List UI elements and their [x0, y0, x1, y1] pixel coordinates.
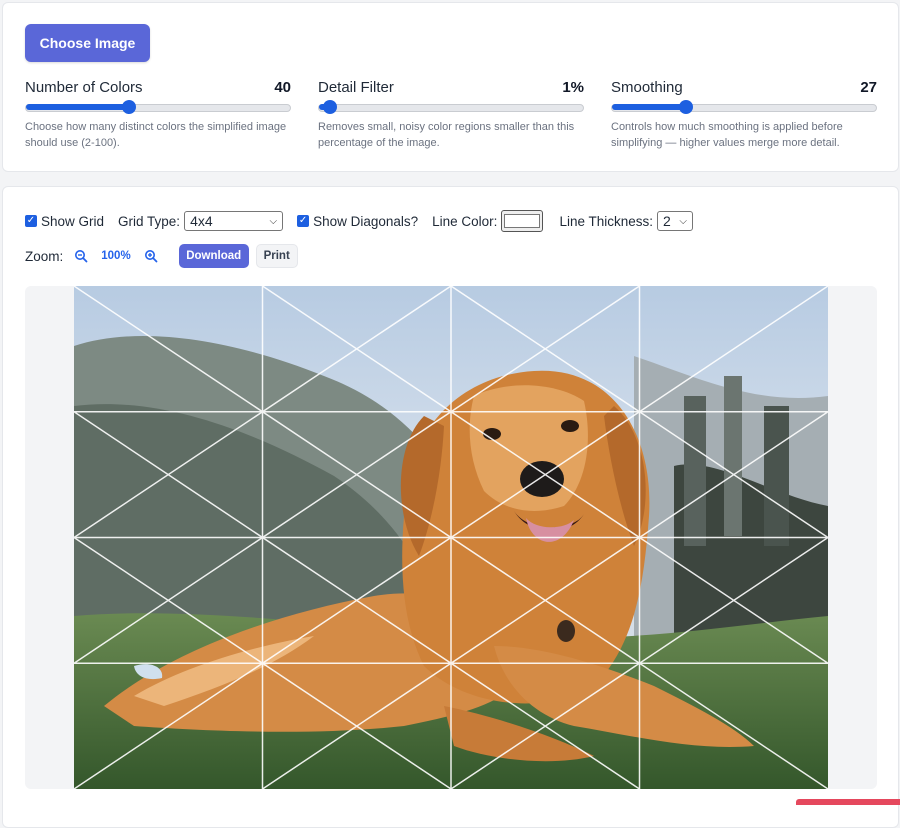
slider-thumb[interactable] [322, 100, 337, 114]
show-diagonals-label: Show Diagonals? [313, 213, 419, 229]
slider-value: 40 [274, 79, 291, 96]
zoom-in-icon[interactable] [141, 246, 161, 266]
line-thickness-value: 2 [663, 213, 671, 229]
line-color-swatch [504, 214, 541, 228]
grid-type-value: 4x4 [190, 213, 213, 229]
check-icon: ✓ [298, 215, 308, 226]
slider-fill [612, 104, 686, 110]
line-color-picker[interactable] [501, 210, 544, 232]
slider-label: Number of Colors [25, 79, 143, 96]
check-icon: ✓ [26, 215, 36, 226]
slider-value: 27 [860, 79, 877, 96]
zoom-out-icon[interactable] [71, 246, 91, 266]
slider-help-text: Choose how many distinct colors the simp… [25, 121, 287, 149]
choose-image-button[interactable]: Choose Image [25, 24, 150, 62]
zoom-value: 100% [101, 250, 131, 262]
preview-canvas[interactable] [25, 286, 877, 789]
line-color-label: Line Color: [432, 213, 498, 229]
colors-slider[interactable] [25, 100, 291, 114]
grid-controls: ✓ Show Grid Grid Type: 4x4 ⌵ ✓ Show Diag… [25, 208, 693, 234]
show-grid-label: Show Grid [41, 213, 105, 229]
grid-type-select[interactable]: 4x4 ⌵ [184, 211, 284, 231]
settings-card: Choose Image Number of Colors 40 Choose … [2, 2, 899, 172]
slider-label: Detail Filter [318, 79, 394, 96]
chevron-down-icon: ⌵ [269, 215, 278, 227]
slider-number-of-colors: Number of Colors 40 Choose how many dist… [25, 79, 291, 151]
zoom-label: Zoom: [25, 248, 64, 264]
slider-help-text: Removes small, noisy color regions small… [318, 121, 575, 149]
slider-thumb[interactable] [121, 100, 136, 114]
line-thickness-label: Line Thickness: [559, 213, 653, 229]
slider-value: 1% [562, 79, 584, 96]
simplified-image [73, 286, 829, 789]
print-button[interactable]: Print [255, 244, 298, 268]
detail-filter-slider[interactable] [318, 100, 584, 114]
chevron-down-icon: ⌵ [679, 215, 687, 227]
download-button[interactable]: Download [178, 244, 249, 268]
preview-card: ✓ Show Grid Grid Type: 4x4 ⌵ ✓ Show Diag… [2, 186, 899, 828]
slider-detail-filter: Detail Filter 1% Removes small, noisy co… [318, 79, 584, 151]
show-diagonals-checkbox[interactable]: ✓ [297, 215, 310, 227]
notification-tab[interactable] [796, 799, 900, 805]
show-grid-checkbox[interactable]: ✓ [25, 215, 37, 227]
slider-smoothing: Smoothing 27 Controls how much smoothing… [611, 79, 877, 151]
slider-thumb[interactable] [678, 100, 693, 114]
slider-label: Smoothing [611, 79, 683, 96]
smoothing-slider[interactable] [611, 100, 877, 114]
slider-help-text: Controls how much smoothing is applied b… [611, 121, 843, 149]
grid-type-label: Grid Type: [118, 213, 181, 229]
slider-fill [26, 104, 129, 110]
zoom-controls: Zoom: 100% Download Print [25, 244, 298, 268]
line-thickness-select[interactable]: 2 ⌵ [657, 211, 693, 231]
